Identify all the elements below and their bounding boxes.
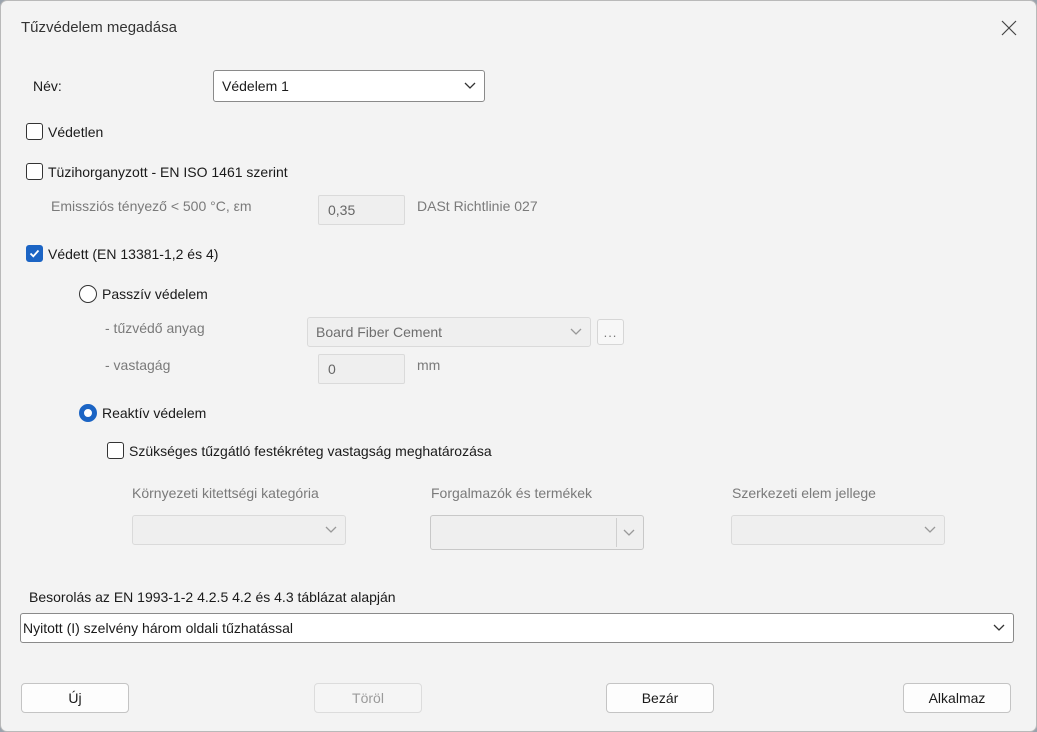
fire-material-select[interactable]: Board Fiber Cement [307,317,591,347]
vendors-products-select[interactable] [430,515,644,550]
protected-checkbox[interactable] [26,245,43,262]
determine-thickness-checkbox[interactable] [107,442,124,459]
thickness-value: 0 [328,361,336,377]
exposure-category-label: Környezeti kitettségi kategória [132,485,319,501]
fire-material-label: - tűzvédő anyag [105,320,205,336]
exposure-category-select[interactable] [132,515,346,545]
chevron-down-icon [325,526,337,533]
browse-material-button[interactable]: ... [597,319,624,345]
name-select-value: Védelem 1 [222,78,289,94]
galvanized-checkbox[interactable] [26,163,43,180]
chevron-down-icon [993,624,1005,631]
element-type-label: Szerkezeti elem jellege [732,485,876,501]
reactive-protection-label: Reaktív védelem [102,405,207,421]
emission-factor-label: Emissziós tényező < 500 °C, εm [51,198,252,214]
thickness-unit: mm [417,357,441,373]
classification-select[interactable]: Nyitott (I) szelvény három oldali tűzhat… [20,613,1014,643]
fire-protection-dialog: Tűzvédelem megadása Név: Védelem 1 Védet… [0,0,1037,732]
classification-label: Besorolás az EN 1993-1-2 4.2.5 4.2 és 4.… [29,589,396,605]
name-select[interactable]: Védelem 1 [213,70,485,102]
classification-value: Nyitott (I) szelvény három oldali tűzhat… [23,620,293,636]
title-bar: Tűzvédelem megadása [1,1,1036,55]
determine-thickness-label: Szükséges tűzgátló festékréteg vastagság… [129,443,492,459]
chevron-down-icon [570,328,582,335]
close-window-button[interactable] [982,1,1036,55]
passive-protection-label: Passzív védelem [102,286,208,302]
unprotected-checkbox[interactable] [26,123,43,140]
emission-factor-input[interactable]: 0,35 [318,195,405,225]
close-button[interactable]: Bezár [606,683,714,713]
window-title: Tűzvédelem megadása [21,19,177,36]
new-button[interactable]: Új [21,683,129,713]
element-type-select[interactable] [731,515,945,545]
close-icon [1001,20,1017,36]
delete-button[interactable]: Töröl [314,683,422,713]
vendors-products-label: Forgalmazók és termékek [431,485,593,501]
browse-material-label: ... [603,324,618,340]
emission-factor-value: 0,35 [328,202,356,218]
thickness-label: - vastagág [105,357,171,373]
galvanized-label: Tüzihorganyzott - EN ISO 1461 szerint [48,164,288,180]
dropdown-separator [616,518,617,547]
reactive-protection-radio[interactable] [79,404,97,422]
checkmark-icon [29,249,40,258]
name-label: Név: [33,78,62,94]
chevron-down-icon [464,82,476,89]
fire-material-value: Board Fiber Cement [316,324,443,340]
thickness-input[interactable]: 0 [318,354,405,384]
chevron-down-icon [924,526,936,533]
unprotected-label: Védetlen [48,124,104,140]
protected-label: Védett (EN 13381-1,2 és 4) [48,246,219,262]
chevron-down-icon [623,529,635,536]
passive-protection-radio[interactable] [79,285,97,303]
dast-reference-label: DASt Richtlinie 027 [417,198,538,214]
apply-button[interactable]: Alkalmaz [903,683,1011,713]
